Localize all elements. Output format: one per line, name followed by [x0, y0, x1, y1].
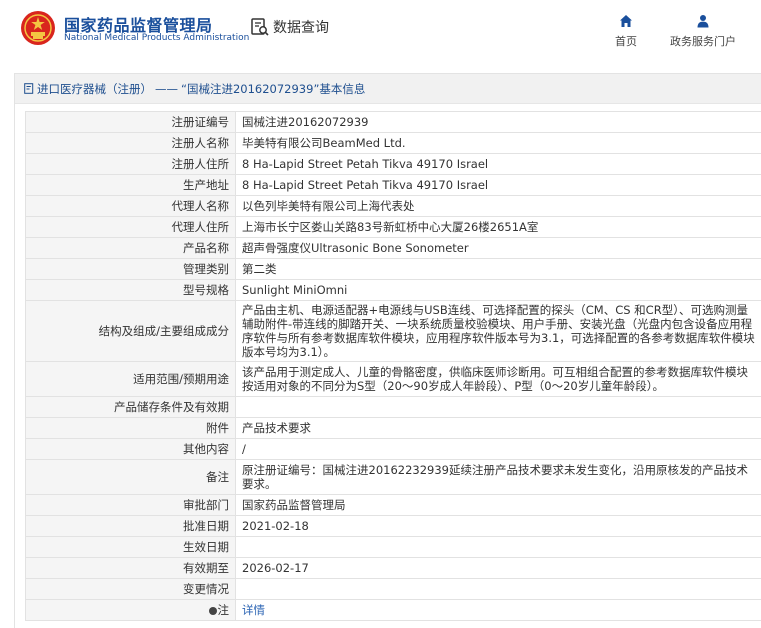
field-value: 产品由主机、电源适配器+电源线与USB连线、可选择配置的探头（CM、CS 和CR… [235, 300, 761, 362]
site-name-en: National Medical Products Administration [64, 33, 250, 43]
field-label: 型号规格 [25, 279, 236, 301]
field-label: 产品名称 [25, 237, 236, 259]
field-label: 注册证编号 [25, 111, 236, 133]
field-label: 变更情况 [25, 578, 236, 600]
field-value: 上海市长宁区娄山关路83号新虹桥中心大厦26楼2651A室 [235, 216, 761, 238]
field-label: 结构及组成/主要组成成分 [25, 300, 236, 362]
edit-document-icon [24, 83, 34, 94]
table-row: 产品储存条件及有效期 [25, 396, 761, 418]
breadcrumb-category[interactable]: 进口医疗器械（注册） [37, 81, 152, 97]
table-row: 代理人住所 上海市长宁区娄山关路83号新虹桥中心大厦26楼2651A室 [25, 216, 761, 238]
field-label: 注册人名称 [25, 132, 236, 154]
field-label: 批准日期 [25, 515, 236, 537]
data-query-icon [251, 18, 269, 36]
national-emblem-logo[interactable] [20, 10, 56, 46]
home-icon [620, 15, 632, 27]
field-label: 其他内容 [25, 438, 236, 460]
table-row: 结构及组成/主要组成成分 产品由主机、电源适配器+电源线与USB连线、可选择配置的… [25, 300, 761, 362]
table-row: 注 详情 [25, 599, 761, 621]
field-value [235, 396, 761, 418]
table-row: 代理人名称 以色列毕美特有限公司上海代表处 [25, 195, 761, 217]
nav-service-portal[interactable]: 政务服务门户 [663, 14, 743, 49]
field-label: 代理人名称 [25, 195, 236, 217]
field-value [235, 536, 761, 558]
field-value: 2026-02-17 [235, 557, 761, 579]
field-label: 管理类别 [25, 258, 236, 280]
table-row: 审批部门 国家药品监督管理局 [25, 494, 761, 516]
field-value: / [235, 438, 761, 460]
field-label: 注册人住所 [25, 153, 236, 175]
table-row: 生效日期 [25, 536, 761, 558]
nav-service-portal-label: 政务服务门户 [670, 35, 736, 48]
table-row: 生产地址 8 Ha-Lapid Street Petah Tikva 49170 … [25, 174, 761, 196]
field-value: 第二类 [235, 258, 761, 280]
detail-panel: 进口医疗器械（注册） —— “国械注进20162072939”基本信息 注册证编… [14, 73, 761, 628]
field-label: 代理人住所 [25, 216, 236, 238]
nav-home-label: 首页 [615, 35, 637, 48]
table-row: 变更情况 [25, 578, 761, 600]
field-value: Sunlight MiniOmni [235, 279, 761, 301]
table-row: 注册人名称 毕美特有限公司BeamMed Ltd. [25, 132, 761, 154]
field-label: 适用范围/预期用途 [25, 361, 236, 397]
field-label: 生效日期 [25, 536, 236, 558]
field-value: 国械注进20162072939 [235, 111, 761, 133]
field-label: 注 [25, 599, 236, 621]
field-value: 毕美特有限公司BeamMed Ltd. [235, 132, 761, 154]
field-label: 产品储存条件及有效期 [25, 396, 236, 418]
details-link[interactable]: 详情 [242, 603, 265, 617]
note-label: 注 [217, 603, 230, 617]
field-label: 附件 [25, 417, 236, 439]
field-label: 审批部门 [25, 494, 236, 516]
registration-info-table: 注册证编号 国械注进20162072939 注册人名称 毕美特有限公司BeamMed… [25, 111, 761, 621]
data-query-label: 数据查询 [273, 20, 329, 36]
field-value: 原注册证编号：国械注进20162232939延续注册产品技术要求未发生变化，沿用… [235, 459, 761, 495]
field-value: 详情 [235, 599, 761, 621]
field-label: 有效期至 [25, 557, 236, 579]
site-header: 国家药品监督管理局 National Medical Products Admi… [0, 0, 761, 62]
field-label: 备注 [25, 459, 236, 495]
breadcrumb-record: “国械注进20162072939”基本信息 [181, 81, 366, 96]
note-dot-icon [208, 607, 217, 615]
field-label: 生产地址 [25, 174, 236, 196]
table-row: 注册证编号 国械注进20162072939 [25, 111, 761, 133]
field-value: 以色列毕美特有限公司上海代表处 [235, 195, 761, 217]
table-row: 管理类别 第二类 [25, 258, 761, 280]
field-value: 8 Ha-Lapid Street Petah Tikva 49170 Isra… [235, 174, 761, 196]
table-row: 适用范围/预期用途 该产品用于测定成人、儿童的骨骼密度，供临床医师诊断用。可互相组… [25, 361, 761, 397]
user-icon [697, 15, 709, 28]
breadcrumb: 进口医疗器械（注册） —— “国械注进20162072939”基本信息 [15, 74, 761, 104]
table-row: 批准日期 2021-02-18 [25, 515, 761, 537]
nav-home[interactable]: 首页 [610, 14, 642, 49]
breadcrumb-separator: —— [155, 81, 178, 96]
field-value: 产品技术要求 [235, 417, 761, 439]
field-value: 国家药品监督管理局 [235, 494, 761, 516]
field-value: 该产品用于测定成人、儿童的骨骼密度，供临床医师诊断用。可互相组合配置的参考数据库… [235, 361, 761, 397]
field-value: 超声骨强度仪Ultrasonic Bone Sonometer [235, 237, 761, 259]
data-query-link[interactable]: 数据查询 [250, 17, 329, 37]
table-row: 型号规格 Sunlight MiniOmni [25, 279, 761, 301]
table-row: 其他内容 / [25, 438, 761, 460]
field-value: 8 Ha-Lapid Street Petah Tikva 49170 Isra… [235, 153, 761, 175]
table-row: 附件 产品技术要求 [25, 417, 761, 439]
table-row: 产品名称 超声骨强度仪Ultrasonic Bone Sonometer [25, 237, 761, 259]
field-value: 2021-02-18 [235, 515, 761, 537]
table-row: 注册人住所 8 Ha-Lapid Street Petah Tikva 49170… [25, 153, 761, 175]
field-value [235, 578, 761, 600]
table-row: 有效期至 2026-02-17 [25, 557, 761, 579]
table-row: 备注 原注册证编号：国械注进20162232939延续注册产品技术要求未发生变化，… [25, 459, 761, 495]
